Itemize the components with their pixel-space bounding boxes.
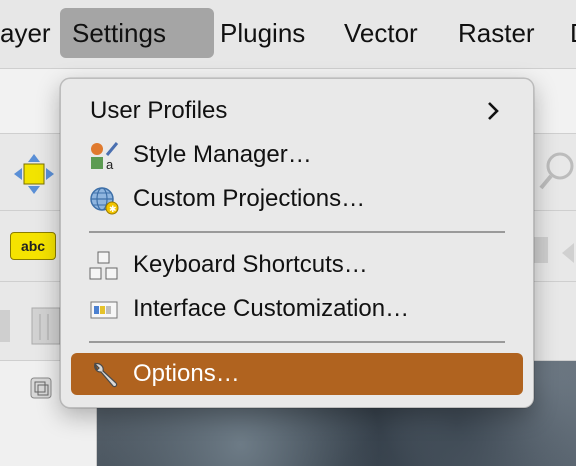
keyboard-shortcuts-icon bbox=[89, 251, 118, 280]
menu-item-user-profiles[interactable]: User Profiles bbox=[71, 90, 523, 132]
menu-database[interactable]: D bbox=[558, 8, 576, 58]
zoom-icon[interactable] bbox=[538, 148, 576, 194]
delete-icon[interactable] bbox=[0, 304, 60, 350]
menu-item-style-manager[interactable]: a Style Manager… bbox=[71, 134, 523, 176]
svg-text:✱: ✱ bbox=[109, 204, 117, 214]
menu-item-label: Interface Customization… bbox=[133, 295, 410, 322]
label-tool-icon[interactable]: abc bbox=[10, 232, 56, 260]
interface-customization-icon bbox=[90, 301, 118, 319]
menu-item-label: User Profiles bbox=[90, 97, 228, 124]
menu-raster[interactable]: Raster bbox=[446, 8, 547, 58]
globe-projection-icon: ✱ bbox=[90, 187, 119, 215]
pan-map-icon[interactable] bbox=[12, 152, 56, 196]
menu-item-label: Options… bbox=[133, 360, 240, 387]
style-manager-icon: a bbox=[91, 142, 119, 171]
menu-item-label: Keyboard Shortcuts… bbox=[133, 251, 368, 278]
menu-item-label: Custom Projections… bbox=[133, 185, 366, 212]
menu-plugins[interactable]: Plugins bbox=[208, 8, 317, 58]
menu-item-keyboard-shortcuts[interactable]: Keyboard Shortcuts… bbox=[71, 244, 523, 286]
menu-item-options[interactable]: Options… bbox=[71, 353, 523, 395]
menu-layer[interactable]: ayer bbox=[0, 8, 63, 58]
menu-vector[interactable]: Vector bbox=[332, 8, 430, 58]
menu-separator bbox=[89, 341, 505, 343]
menu-item-label: Style Manager… bbox=[133, 141, 312, 168]
settings-menu: User Profiles a Style Manager… ✱ Custom … bbox=[60, 78, 534, 408]
menu-item-custom-projections[interactable]: ✱ Custom Projections… bbox=[71, 178, 523, 220]
wrench-icon bbox=[93, 362, 118, 388]
chevron-right-icon bbox=[488, 102, 499, 120]
menu-separator bbox=[89, 231, 505, 233]
menu-bar: ayer Settings Plugins Vector Raster D bbox=[0, 0, 576, 69]
menu-item-interface-customization[interactable]: Interface Customization… bbox=[71, 288, 523, 330]
float-panel-icon[interactable] bbox=[30, 377, 52, 399]
svg-text:a: a bbox=[106, 157, 114, 171]
menu-settings[interactable]: Settings bbox=[60, 8, 214, 58]
